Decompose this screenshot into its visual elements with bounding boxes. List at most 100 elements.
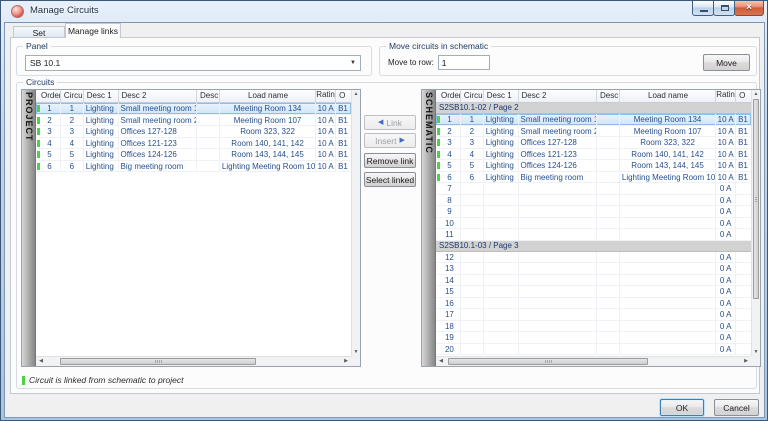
cell-o <box>736 298 751 309</box>
project-vertical-scrollbar[interactable]: ▲ ▼ <box>351 90 360 356</box>
column-header-rating[interactable]: Rating <box>316 90 336 103</box>
select-linked-button[interactable]: Select linked <box>364 172 416 187</box>
table-row[interactable]: 11LightingSmall meeting room 1Meeting Ro… <box>36 103 351 115</box>
table-row[interactable]: 66LightingBig meeting roomLighting Meeti… <box>36 161 351 173</box>
cell-desc2: Offices 121-123 <box>519 149 597 160</box>
cell-desc2 <box>519 183 597 194</box>
table-row[interactable]: 66LightingBig meeting roomLighting Meeti… <box>436 172 751 184</box>
panel-combobox[interactable]: SB 10.1 ▼ <box>25 55 361 71</box>
table-row[interactable]: 120 A <box>436 252 751 264</box>
column-header-rating[interactable]: Rating <box>716 90 736 103</box>
move-circuits-group: Move circuits in schematic Move to row: … <box>379 46 757 76</box>
table-row[interactable]: 130 A <box>436 263 751 275</box>
column-header-desc2[interactable]: Desc 2 <box>119 90 197 103</box>
column-header-load[interactable]: Load name <box>620 90 716 103</box>
table-row[interactable]: 190 A <box>436 332 751 344</box>
cell-o <box>736 286 751 297</box>
table-row[interactable]: 110 A <box>436 229 751 241</box>
project-horizontal-scrollbar[interactable]: ◀ ▶ <box>36 356 351 366</box>
table-row[interactable]: 90 A <box>436 206 751 218</box>
table-row[interactable]: 80 A <box>436 195 751 207</box>
schematic-horizontal-scrollbar[interactable]: ◀ ▶ <box>436 356 751 366</box>
cell-desc1: Lighting <box>484 126 519 137</box>
table-row[interactable]: 170 A <box>436 309 751 321</box>
schematic-vertical-scrollbar[interactable]: ▲ ▼ <box>751 90 760 356</box>
row-marker <box>437 185 440 192</box>
scroll-down-icon[interactable]: ▼ <box>752 348 760 356</box>
move-to-row-input[interactable] <box>438 55 490 70</box>
cell-circuit <box>461 298 484 309</box>
linked-marker-icon <box>37 140 40 147</box>
scroll-up-icon[interactable]: ▲ <box>752 90 760 98</box>
table-row[interactable]: 55LightingOffices 124-126Room 143, 144, … <box>436 160 751 172</box>
minimize-button[interactable] <box>692 1 714 16</box>
move-button[interactable]: Move <box>703 54 750 71</box>
table-row[interactable]: 200 A <box>436 344 751 356</box>
project-table-main: OrderCircuitDesc 1Desc 2Desc 3Load nameR… <box>36 90 360 366</box>
insert-button[interactable]: Insert ▶ <box>364 133 416 148</box>
cell-desc1: Lighting <box>84 126 119 137</box>
scroll-right-icon[interactable]: ▶ <box>341 357 351 366</box>
column-header-desc3[interactable]: Desc 3 <box>197 90 220 103</box>
scrollbar-thumb[interactable] <box>448 358 648 365</box>
remove-link-button[interactable]: Remove link <box>364 153 416 168</box>
cell-rating: 10 A <box>316 126 336 137</box>
link-button-label: Link <box>386 116 402 130</box>
table-row[interactable]: 180 A <box>436 321 751 333</box>
row-marker <box>437 220 440 227</box>
column-header-desc1[interactable]: Desc 1 <box>84 90 119 103</box>
table-row[interactable]: 22LightingSmall meeting room 2Meeting Ro… <box>36 115 351 127</box>
column-header-o[interactable]: O <box>736 90 751 103</box>
table-row[interactable]: 33LightingOffices 127-128Room 323, 32210… <box>36 126 351 138</box>
table-row[interactable]: 140 A <box>436 275 751 287</box>
table-row[interactable]: 44LightingOffices 121-123Room 140, 141, … <box>36 138 351 150</box>
cell-order: 4 <box>436 149 461 160</box>
order-value: 13 <box>445 264 454 273</box>
table-row[interactable]: 100 A <box>436 218 751 230</box>
title-bar[interactable]: Manage Circuits × <box>1 1 767 22</box>
column-header-order[interactable]: Order <box>36 90 61 103</box>
cell-circuit: 1 <box>461 114 484 125</box>
cell-load <box>620 286 716 297</box>
close-button[interactable]: × <box>734 1 764 16</box>
table-row[interactable]: 150 A <box>436 286 751 298</box>
table-row[interactable]: 33LightingOffices 127-128Room 323, 32210… <box>436 137 751 149</box>
table-row[interactable]: 11LightingSmall meeting room 1Meeting Ro… <box>436 114 751 126</box>
table-row[interactable]: 44LightingOffices 121-123Room 140, 141, … <box>436 149 751 161</box>
scroll-left-icon[interactable]: ◀ <box>436 357 446 366</box>
scroll-left-icon[interactable]: ◀ <box>36 357 46 366</box>
column-header-load[interactable]: Load name <box>220 90 316 103</box>
scroll-right-icon[interactable]: ▶ <box>741 357 751 366</box>
ok-button[interactable]: OK <box>660 399 704 416</box>
cancel-button[interactable]: Cancel <box>714 399 759 416</box>
maximize-button[interactable] <box>713 1 735 16</box>
scrollbar-thumb[interactable] <box>60 358 256 365</box>
cell-rating: 0 A <box>716 344 736 355</box>
cell-o: B1 <box>336 161 351 172</box>
column-header-desc2[interactable]: Desc 2 <box>519 90 597 103</box>
cell-rating: 0 A <box>716 218 736 229</box>
link-button[interactable]: ◀ Link <box>364 115 416 130</box>
tab-manage-links[interactable]: Manage links <box>65 23 121 38</box>
cell-desc1 <box>484 252 519 263</box>
linked-marker-icon <box>437 174 440 181</box>
arrow-left-icon: ◀ <box>378 119 383 126</box>
cell-rating: 10 A <box>716 149 736 160</box>
scroll-up-icon[interactable]: ▲ <box>352 90 360 98</box>
table-row[interactable]: 160 A <box>436 298 751 310</box>
column-header-circuit[interactable]: Circuit <box>461 90 484 103</box>
scrollbar-thumb[interactable] <box>753 99 759 299</box>
table-row[interactable]: 22LightingSmall meeting room 2Meeting Ro… <box>436 126 751 138</box>
table-row[interactable]: 55LightingOffices 124-126Room 143, 144, … <box>36 149 351 161</box>
cell-rating: 10 A <box>316 138 336 149</box>
column-header-o[interactable]: O <box>336 90 351 103</box>
cell-desc3 <box>597 321 620 332</box>
cell-order: 18 <box>436 321 461 332</box>
table-row[interactable]: 70 A <box>436 183 751 195</box>
column-header-circuit[interactable]: Circuit <box>61 90 84 103</box>
column-header-order[interactable]: Order <box>436 90 461 103</box>
cell-load: Lighting Meeting Room 106 <box>220 161 316 172</box>
scroll-down-icon[interactable]: ▼ <box>352 348 360 356</box>
column-header-desc3[interactable]: Desc 3 <box>597 90 620 103</box>
column-header-desc1[interactable]: Desc 1 <box>484 90 519 103</box>
